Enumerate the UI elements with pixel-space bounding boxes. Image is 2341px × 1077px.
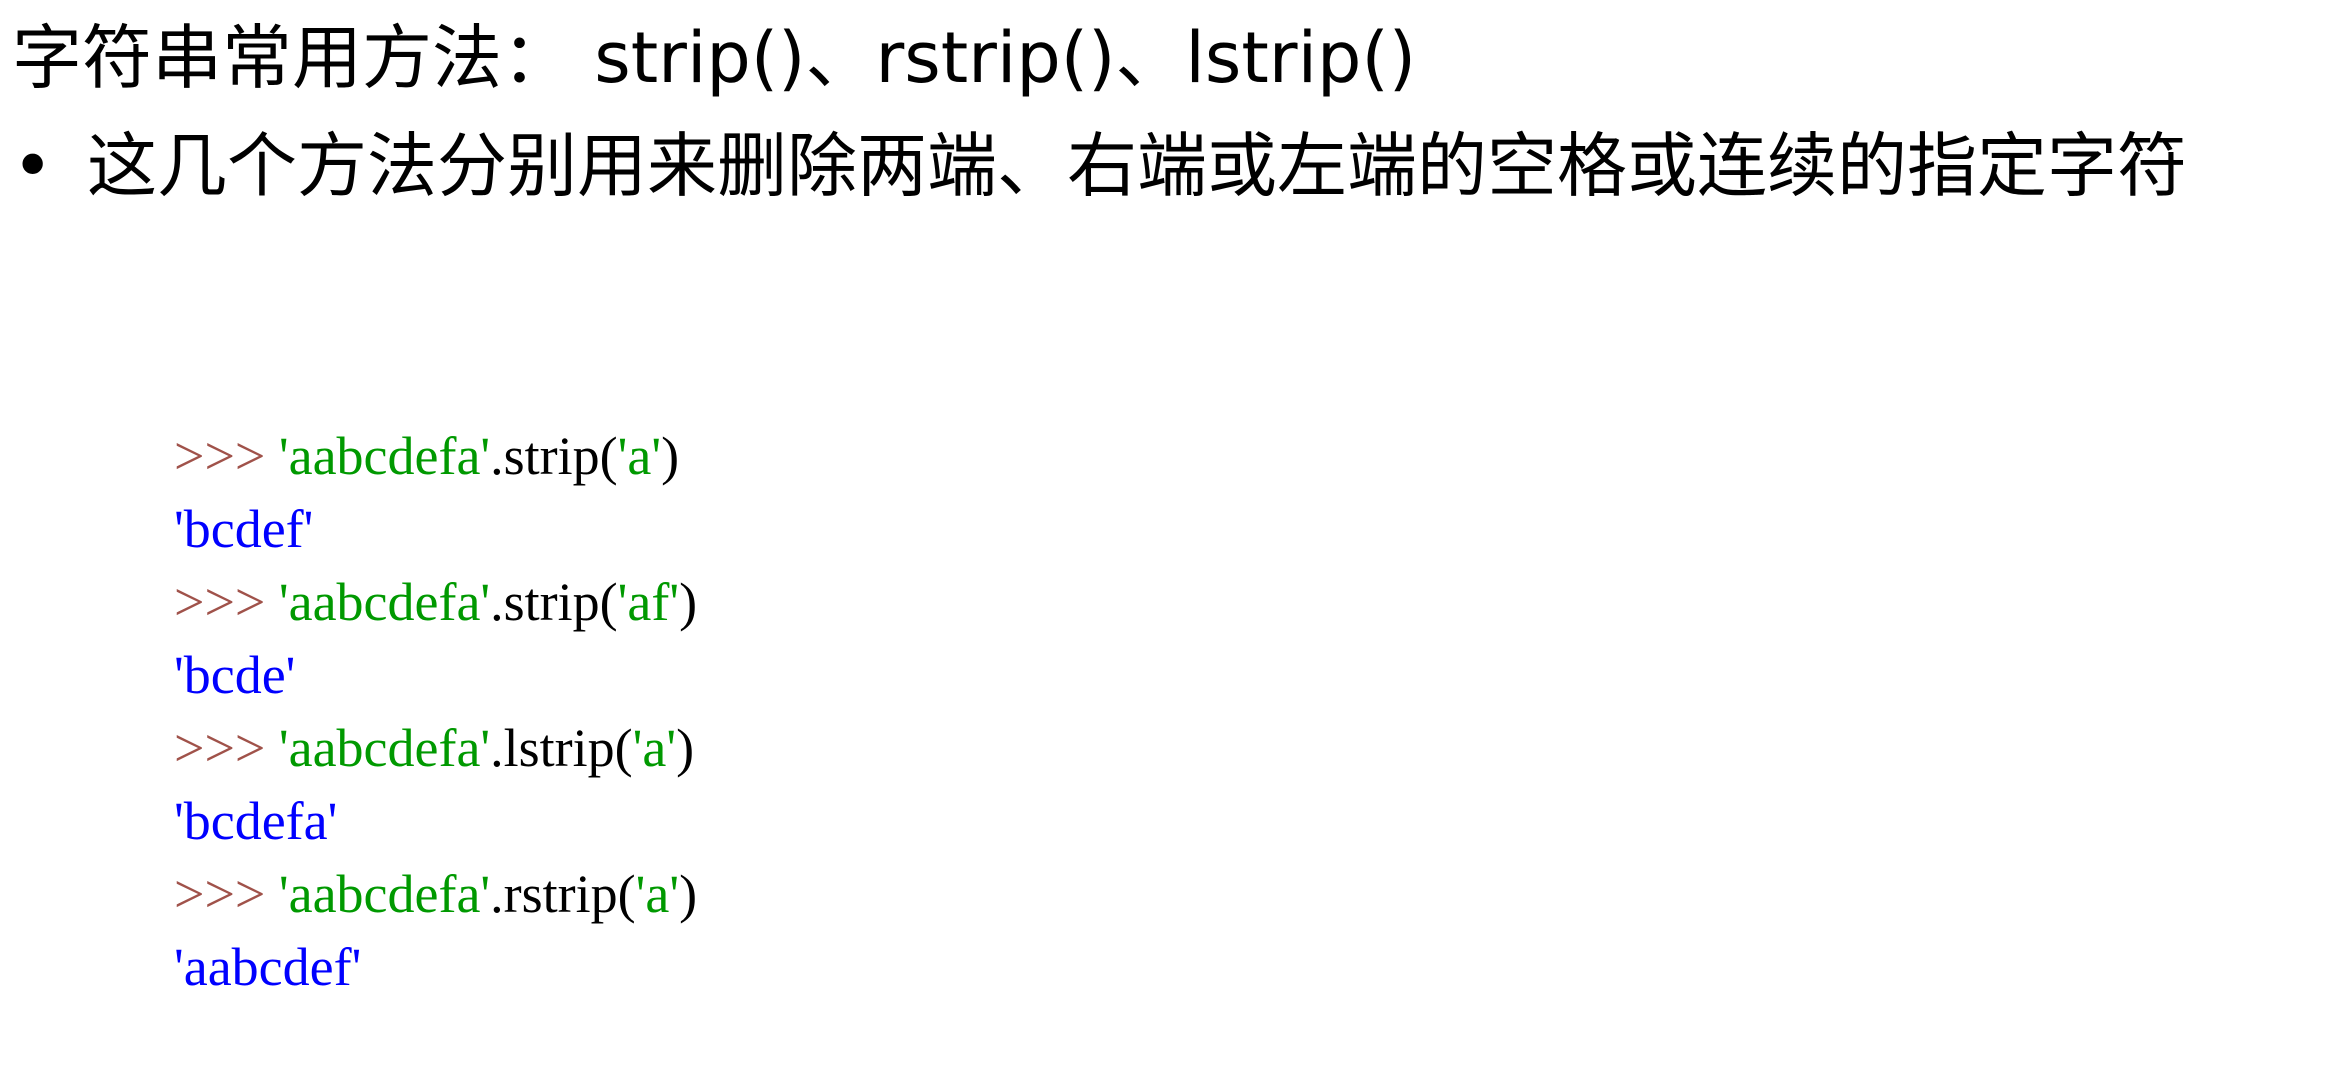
string-literal: 'aabcdefa' xyxy=(278,864,491,924)
close-paren: ) xyxy=(679,572,698,632)
string-literal: 'aabcdefa' xyxy=(278,718,491,778)
close-paren: ) xyxy=(676,718,695,778)
string-literal: 'aabcdefa' xyxy=(278,572,491,632)
method-call: .lstrip( xyxy=(490,718,633,778)
close-paren: ) xyxy=(679,864,698,924)
slide: 字符串常用方法： strip()、rstrip()、lstrip() • 这几个… xyxy=(0,0,2341,997)
method-call: .strip( xyxy=(490,572,618,632)
argument: 'a' xyxy=(635,864,680,924)
prompt: >>> xyxy=(174,864,279,924)
output-value: 'bcdef' xyxy=(174,499,314,559)
code-example: >>> 'aabcdefa'.strip('a') 'bcdef' >>> 'a… xyxy=(93,347,698,997)
bullet-item: • 这几个方法分别用来删除两端、右端或左端的空格或连续的指定字符 xyxy=(12,122,2302,210)
slide-title: 字符串常用方法： strip()、rstrip()、lstrip() xyxy=(12,17,1417,99)
output-value: 'bcdefa' xyxy=(174,791,338,851)
output-value: 'bcde' xyxy=(174,645,296,705)
output-value: 'aabcdef' xyxy=(174,937,362,997)
method-call: .rstrip( xyxy=(490,864,636,924)
argument: 'a' xyxy=(632,718,677,778)
code-line-input: >>> 'aabcdefa'.strip('a') xyxy=(93,347,697,486)
close-paren: ) xyxy=(661,426,680,486)
prompt: >>> xyxy=(174,572,279,632)
string-literal: 'aabcdefa' xyxy=(278,426,491,486)
argument: 'af' xyxy=(617,572,680,632)
prompt: >>> xyxy=(174,718,279,778)
bullet-text: 这几个方法分别用来删除两端、右端或左端的空格或连续的指定字符 xyxy=(87,125,2187,207)
bullet-marker: • xyxy=(12,125,54,207)
prompt: >>> xyxy=(174,426,279,486)
method-call: .strip( xyxy=(490,426,618,486)
argument: 'a' xyxy=(617,426,662,486)
